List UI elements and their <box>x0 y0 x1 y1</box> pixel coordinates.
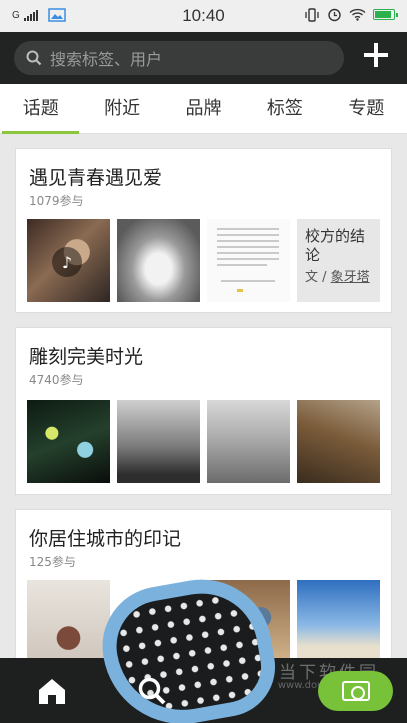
topic-photo[interactable] <box>27 580 110 663</box>
topic-title: 你居住城市的印记 <box>29 528 182 550</box>
topic-text-photo[interactable] <box>207 219 290 302</box>
music-note-icon: ♪ <box>52 247 82 277</box>
alarm-icon <box>328 8 341 22</box>
top-header: 搜索标签、用户 <box>0 32 407 84</box>
tab-specials[interactable]: 专题 <box>326 84 407 133</box>
home-button[interactable] <box>20 658 84 723</box>
search-input[interactable]: 搜索标签、用户 <box>14 41 344 75</box>
camera-button[interactable] <box>318 671 393 711</box>
topic-participants: 1079参与 <box>29 194 84 208</box>
topic-photo[interactable] <box>207 400 290 483</box>
text-post-card[interactable]: 校方的结论 文 / 象牙塔 <box>297 219 380 302</box>
app-screen: G 10:40 搜索标签、用户 话题 附近 品牌 标签 专题 遇见青春遇见爱 1… <box>0 0 407 723</box>
topic-photo[interactable] <box>117 400 200 483</box>
search-placeholder: 搜索标签、用户 <box>50 50 163 69</box>
topic-participants: 125参与 <box>29 555 76 569</box>
text-post-title: 校方的结论 <box>305 227 366 264</box>
discover-button[interactable] <box>120 658 184 723</box>
text-post-author: 文 / 象牙塔 <box>305 270 370 285</box>
status-bar: G 10:40 <box>0 0 407 32</box>
home-icon <box>39 678 65 704</box>
battery-icon <box>373 9 398 20</box>
tab-brands[interactable]: 品牌 <box>163 84 244 133</box>
tab-tags[interactable]: 标签 <box>244 84 325 133</box>
search-icon <box>138 677 166 704</box>
topic-photo[interactable] <box>297 400 380 483</box>
topic-photo[interactable] <box>27 400 110 483</box>
topic-photo[interactable] <box>297 580 380 663</box>
wifi-icon <box>349 8 366 21</box>
tab-nearby[interactable]: 附近 <box>81 84 162 133</box>
category-tabs: 话题 附近 品牌 标签 专题 <box>0 84 407 134</box>
vibrate-icon <box>305 7 319 22</box>
text-page-graphic <box>217 228 279 292</box>
tab-topics[interactable]: 话题 <box>0 84 81 134</box>
topic-card[interactable]: 雕刻完美时光 4740参与 <box>15 327 392 495</box>
topic-title: 遇见青春遇见爱 <box>29 167 163 189</box>
topic-title: 雕刻完美时光 <box>29 346 144 368</box>
camera-icon <box>341 681 370 701</box>
search-icon <box>26 50 42 66</box>
status-right <box>304 7 398 22</box>
topic-photo[interactable] <box>117 219 200 302</box>
topic-photo[interactable]: ♪ <box>27 219 110 302</box>
topic-card[interactable]: 遇见青春遇见爱 1079参与 ♪ 校方的结论 文 / 象牙塔 <box>15 148 392 313</box>
add-button[interactable] <box>363 42 389 68</box>
topic-participants: 4740参与 <box>29 373 84 387</box>
